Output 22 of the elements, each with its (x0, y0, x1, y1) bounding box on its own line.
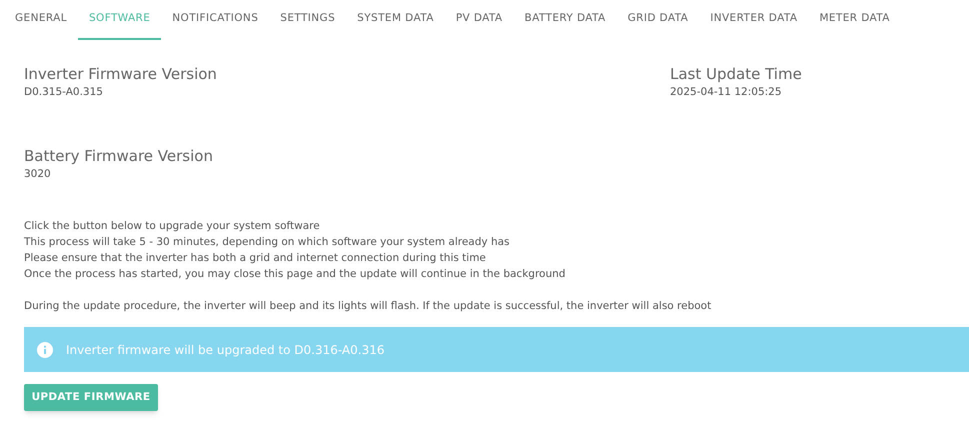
field-label: Inverter Firmware Version (24, 64, 218, 84)
instruction-text: Once the process has started, you may close this page and the update will continue in the background (24, 267, 566, 282)
alert-text: Inverter firmware will be upgraded to D0.316-A0.316 (66, 342, 384, 358)
instruction-text: Click the button below to upgrade your system software (24, 219, 320, 234)
field-label: Last Update Time (670, 64, 802, 84)
field-value: 3020 (24, 167, 52, 182)
tab[interactable]: SETTINGS (269, 0, 346, 40)
warning-text: During the update procedure, the inverter will beep and its lights will flash. If the update is successful, the inverter will also reboot (24, 299, 712, 314)
tab[interactable]: SYSTEM DATA (346, 0, 445, 40)
tab[interactable]: INVERTER DATA (699, 0, 808, 40)
instruction-text: Please ensure that the inverter has both a grid and internet connection during this time (24, 251, 486, 266)
info-icon (37, 342, 53, 358)
field-label: Battery Firmware Version (24, 146, 214, 166)
tab[interactable]: GENERAL (4, 0, 78, 40)
tab[interactable]: BATTERY DATA (514, 0, 617, 40)
field-value: 2025-04-11 12:05:25 (670, 85, 783, 100)
tab[interactable]: METER DATA (808, 0, 901, 40)
tab[interactable]: NOTIFICATIONS (161, 0, 270, 40)
instruction-text: This process will take 5 - 30 minutes, depending on which software your system already has (24, 235, 510, 250)
field-value: D0.315-A0.315 (24, 85, 104, 100)
tab[interactable]: PV DATA (444, 0, 514, 40)
tab[interactable]: GRID DATA (616, 0, 700, 40)
